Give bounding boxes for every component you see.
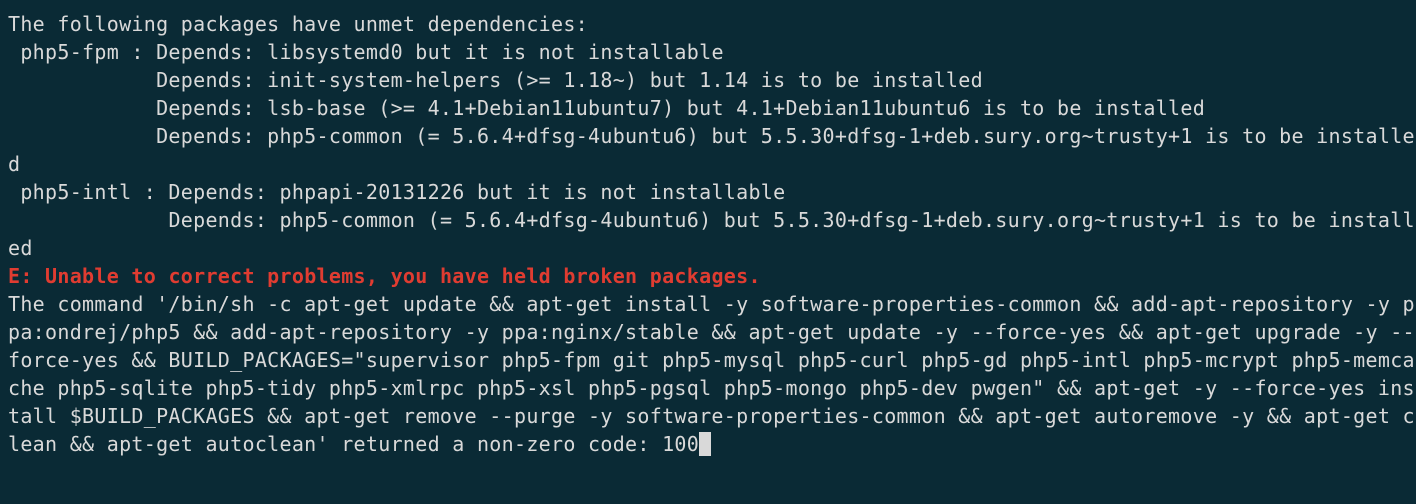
dependency-line: Depends: php5-common (= 5.6.4+dfsg-4ubun…: [8, 208, 1415, 260]
dependency-line: Depends: php5-common (= 5.6.4+dfsg-4ubun…: [8, 124, 1415, 176]
terminal-cursor: [699, 432, 711, 456]
terminal-output: The following packages have unmet depend…: [8, 10, 1416, 458]
dependency-line: Depends: lsb-base (>= 4.1+Debian11ubuntu…: [8, 96, 1205, 120]
dependency-header: The following packages have unmet depend…: [8, 12, 588, 36]
dependency-line: Depends: init-system-helpers (>= 1.18~) …: [8, 68, 983, 92]
dependency-line: php5-fpm : Depends: libsystemd0 but it i…: [8, 40, 724, 64]
error-prefix: E:: [8, 264, 33, 288]
error-message: Unable to correct problems, you have hel…: [33, 264, 761, 288]
dependency-line: php5-intl : Depends: phpapi-20131226 but…: [8, 180, 786, 204]
command-output: The command '/bin/sh -c apt-get update &…: [8, 292, 1415, 456]
